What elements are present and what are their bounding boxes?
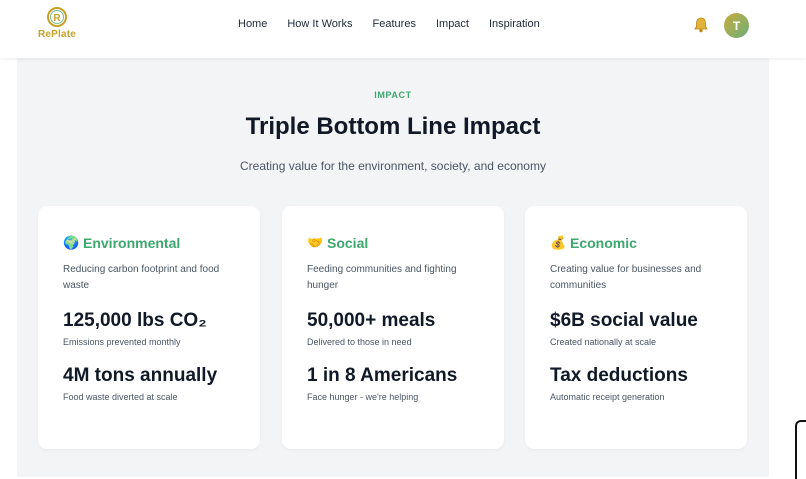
section-eyebrow: IMPACT bbox=[374, 90, 412, 100]
card-metric-primary-caption: Delivered to those in need bbox=[307, 337, 412, 347]
card-title: Environmental bbox=[83, 235, 181, 251]
money-bag-icon: 💰 bbox=[550, 235, 567, 250]
notification-bell-icon[interactable] bbox=[692, 16, 710, 34]
section-subtitle: Creating value for the environment, soci… bbox=[240, 159, 546, 173]
card-description: Reducing carbon footprint and food waste bbox=[63, 264, 220, 291]
nav-link-how-it-works[interactable]: How It Works bbox=[287, 18, 352, 30]
impact-card-environmental: 🌍 Environmental Reducing carbon footprin… bbox=[38, 206, 260, 449]
replate-logo-icon: R bbox=[47, 7, 67, 27]
card-metric-primary-caption: Created nationally at scale bbox=[550, 337, 657, 347]
nav-link-home[interactable]: Home bbox=[238, 18, 267, 30]
card-metric-primary: 125,000 lbs CO₂ bbox=[63, 310, 207, 331]
brand-name: RePlate bbox=[37, 29, 77, 40]
card-metric-secondary-caption: Face hunger - we're helping bbox=[307, 392, 419, 402]
handshake-icon: 🤝 bbox=[307, 235, 324, 250]
card-metric-primary: $6B social value bbox=[550, 310, 698, 331]
impact-section: IMPACT Triple Bottom Line Impact Creatin… bbox=[17, 58, 769, 477]
svg-text:R: R bbox=[53, 13, 61, 24]
section-title: Triple Bottom Line Impact bbox=[245, 113, 541, 140]
impact-card-social: 🤝 Social Feeding communities and fightin… bbox=[282, 206, 504, 449]
card-metric-secondary: 1 in 8 Americans bbox=[307, 365, 458, 386]
card-metric-secondary-caption: Food waste diverted at scale bbox=[63, 392, 178, 402]
nav-link-inspiration[interactable]: Inspiration bbox=[489, 18, 540, 30]
card-title: Social bbox=[327, 235, 369, 251]
card-metric-secondary: Tax deductions bbox=[550, 365, 688, 386]
user-avatar[interactable]: T bbox=[724, 13, 749, 38]
card-metric-primary: 50,000+ meals bbox=[307, 310, 436, 331]
adjacent-window-edge bbox=[795, 420, 806, 479]
impact-card-economic: 💰 Economic Creating value for businesses… bbox=[525, 206, 747, 449]
card-title: Economic bbox=[570, 235, 637, 251]
card-description: Feeding communities and fighting hunger bbox=[307, 264, 457, 291]
brand-logo[interactable]: R RePlate bbox=[36, 6, 78, 40]
card-metric-secondary: 4M tons annually bbox=[63, 365, 218, 386]
main-nav: Home How It Works Features Impact Inspir… bbox=[238, 18, 540, 30]
card-metric-secondary-caption: Automatic receipt generation bbox=[550, 392, 665, 402]
globe-icon: 🌍 bbox=[63, 235, 80, 250]
top-navigation-bar: R RePlate Home How It Works Features Imp… bbox=[0, 0, 806, 58]
nav-link-features[interactable]: Features bbox=[373, 18, 416, 30]
nav-link-impact[interactable]: Impact bbox=[436, 18, 469, 30]
card-metric-primary-caption: Emissions prevented monthly bbox=[63, 337, 181, 347]
card-description: Creating value for businesses and commun… bbox=[550, 264, 702, 291]
